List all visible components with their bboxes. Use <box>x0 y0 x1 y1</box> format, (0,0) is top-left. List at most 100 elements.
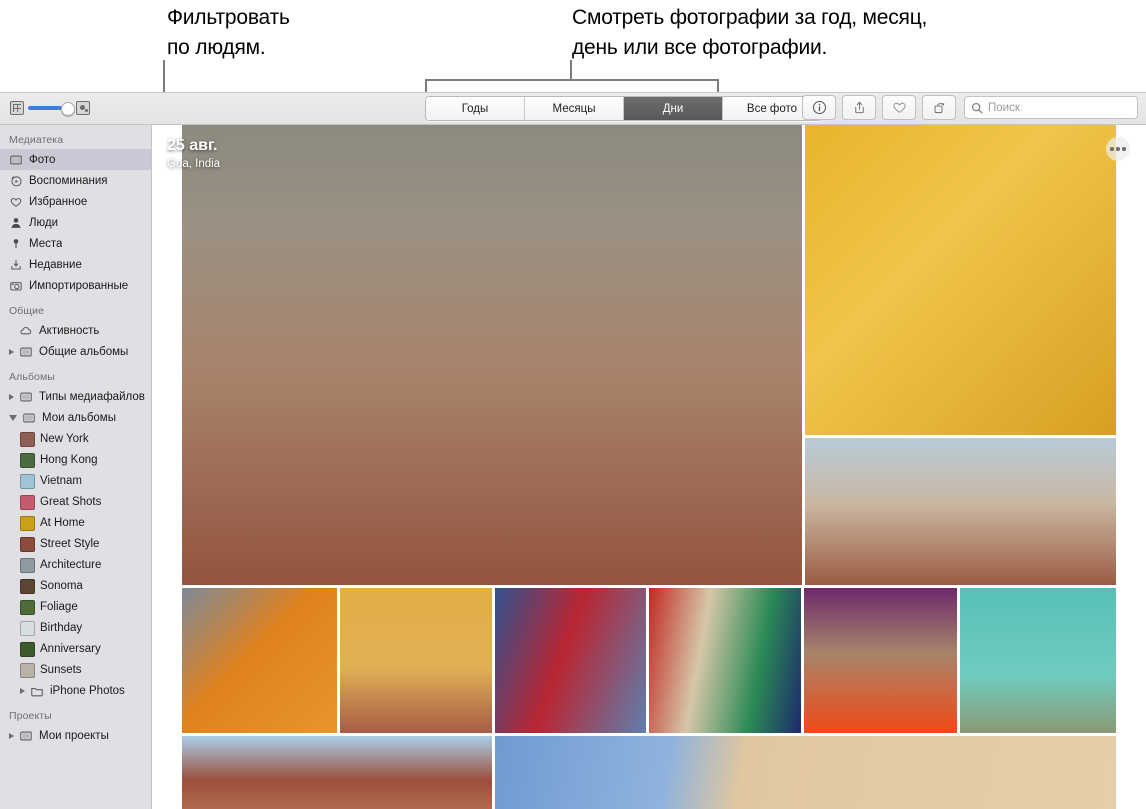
photo-feet-orange-powder[interactable] <box>804 588 957 733</box>
sidebar-item-общие-альбомы[interactable]: Общие альбомы <box>0 341 151 362</box>
sidebar-item-sonoma[interactable]: Sonoma <box>0 575 151 596</box>
photo-woman-white-sari-dancing[interactable] <box>340 588 492 733</box>
photo-thumbnail-image <box>182 736 492 809</box>
info-button[interactable] <box>802 95 836 120</box>
photo-woman-striped-dress[interactable] <box>182 125 802 585</box>
sidebar-item-anniversary[interactable]: Anniversary <box>0 638 151 659</box>
sidebar-item-street-style[interactable]: Street Style <box>0 533 151 554</box>
photo-thumbnail-image <box>182 125 802 585</box>
sidebar-item-недавние[interactable]: Недавние <box>0 254 151 275</box>
album-icon <box>20 347 32 356</box>
sidebar-item-great-shots[interactable]: Great Shots <box>0 491 151 512</box>
sidebar-item-new-york[interactable]: New York <box>0 428 151 449</box>
photos-icon <box>10 155 22 164</box>
album-icon <box>22 411 36 425</box>
sidebar-item-at-home[interactable]: At Home <box>0 512 151 533</box>
sidebar-item-vietnam[interactable]: Vietnam <box>0 470 151 491</box>
disclosure-triangle-closed[interactable] <box>9 732 14 739</box>
slider-track[interactable] <box>28 102 75 116</box>
sidebar-item-label: Sonoma <box>40 579 83 592</box>
photo-man-yellow-shirt[interactable] <box>805 125 1116 435</box>
scope-callout-bracket-left <box>425 79 427 93</box>
sidebar-item-мои-альбомы[interactable]: Мои альбомы <box>0 407 151 428</box>
sidebar-item-люди[interactable]: Люди <box>0 212 151 233</box>
disclosure-triangle-closed[interactable] <box>20 687 25 694</box>
rotate-button[interactable] <box>922 95 956 120</box>
photo-thumbnail-image <box>960 588 1116 733</box>
search-input[interactable]: Поиск <box>964 96 1138 119</box>
sidebar-item-мои-проекты[interactable]: Мои проекты <box>0 725 151 746</box>
sidebar-item-architecture[interactable]: Architecture <box>0 554 151 575</box>
photo-woman-orange-headscarf[interactable] <box>182 588 337 733</box>
memories-icon <box>9 174 23 188</box>
photo-laundry-line[interactable] <box>960 588 1116 733</box>
person-icon <box>9 216 23 230</box>
sidebar-item-label: Foliage <box>40 600 78 613</box>
sidebar-item-birthday[interactable]: Birthday <box>0 617 151 638</box>
share-button[interactable] <box>842 95 876 120</box>
sidebar-item-типы-медиафайлов[interactable]: Типы медиафайлов <box>0 386 151 407</box>
sidebar-item-избранное[interactable]: Избранное <box>0 191 151 212</box>
sidebar-section-header: Альбомы <box>9 371 55 383</box>
time-scope-callout-text: Смотреть фотографии за год, месяц, день … <box>572 6 928 59</box>
sidebar-item-label: Типы медиафайлов <box>39 390 145 403</box>
favorite-button[interactable] <box>882 95 916 120</box>
sidebar-item-места[interactable]: Места <box>0 233 151 254</box>
search-icon <box>971 102 983 113</box>
photo-woman-red-sari-terrace[interactable] <box>805 438 1116 585</box>
sidebar-item-foliage[interactable]: Foliage <box>0 596 151 617</box>
time-scope-segmented-control[interactable]: Годы Месяцы Дни Все фото <box>425 96 822 121</box>
disclosure-triangle-closed[interactable] <box>9 393 14 400</box>
ellipsis-icon[interactable] <box>1106 137 1130 161</box>
sidebar-item-sunsets[interactable]: Sunsets <box>0 659 151 680</box>
album-icon <box>23 413 35 422</box>
sidebar-item-label: Недавние <box>29 258 82 271</box>
cloud-icon <box>19 324 33 338</box>
sidebar-item-фото[interactable]: Фото <box>0 149 151 170</box>
disclosure-triangle-open[interactable] <box>9 414 17 421</box>
segment-months[interactable]: Месяцы <box>525 97 624 120</box>
album-thumbnail <box>20 599 35 615</box>
sidebar-item-iphone-photos[interactable]: iPhone Photos <box>0 680 151 701</box>
scope-callout-bracket-top <box>425 79 719 81</box>
photo-thumbnail-image <box>182 588 337 733</box>
sidebar-item-label: Anniversary <box>40 642 101 655</box>
segment-years[interactable]: Годы <box>426 97 525 120</box>
album-icon <box>20 731 32 740</box>
sidebar-item-label: Great Shots <box>40 495 102 508</box>
sidebar-item-воспоминания[interactable]: Воспоминания <box>0 170 151 191</box>
segment-days[interactable]: Дни <box>624 97 723 120</box>
photos-app-window: Годы Месяцы Дни Все фото Поиск Медиатека… <box>0 92 1146 809</box>
sidebar-item-hong-kong[interactable]: Hong Kong <box>0 449 151 470</box>
thumbnail-size-slider[interactable] <box>10 98 90 118</box>
album-thumbnail <box>20 515 35 531</box>
sidebar-item-label: Воспоминания <box>29 174 108 187</box>
photo-sandstone-wall-sky[interactable] <box>495 736 1116 809</box>
photo-mughal-gateway[interactable] <box>182 736 492 809</box>
disclosure-triangle-closed[interactable] <box>9 348 14 355</box>
search-placeholder: Поиск <box>988 101 1020 114</box>
album-icon <box>19 729 33 743</box>
sidebar-item-label: Общие альбомы <box>39 345 129 358</box>
album-thumbnail <box>20 578 35 594</box>
slider-knob[interactable] <box>61 102 75 116</box>
photo-grid[interactable]: 25 авг. Goa, India <box>153 125 1146 809</box>
share-icon <box>854 101 864 114</box>
sidebar[interactable]: Медиатека Фото Воспоминания Избранное Люди Ме… <box>0 125 152 809</box>
sidebar-item-label: Избранное <box>29 195 88 208</box>
album-icon <box>20 392 32 401</box>
sidebar-item-label: Импортированные <box>29 279 129 292</box>
scope-callout-bracket-right <box>717 79 719 93</box>
recents-icon <box>11 259 21 270</box>
sidebar-item-label: iPhone Photos <box>50 684 125 697</box>
photo-thumbnail-image <box>804 588 957 733</box>
sidebar-item-активность[interactable]: Активность <box>0 320 151 341</box>
photo-hand-striped-fabric[interactable] <box>649 588 801 733</box>
sidebar-item-label: Места <box>29 237 63 250</box>
photo-woman-red-sari-blue-wall[interactable] <box>495 588 646 733</box>
heart-icon <box>10 197 22 207</box>
sidebar-item-импортированные[interactable]: Импортированные <box>0 275 151 296</box>
toolbar: Годы Месяцы Дни Все фото Поиск <box>0 93 1146 125</box>
photos-icon <box>9 153 23 167</box>
album-thumbnail <box>20 620 35 636</box>
